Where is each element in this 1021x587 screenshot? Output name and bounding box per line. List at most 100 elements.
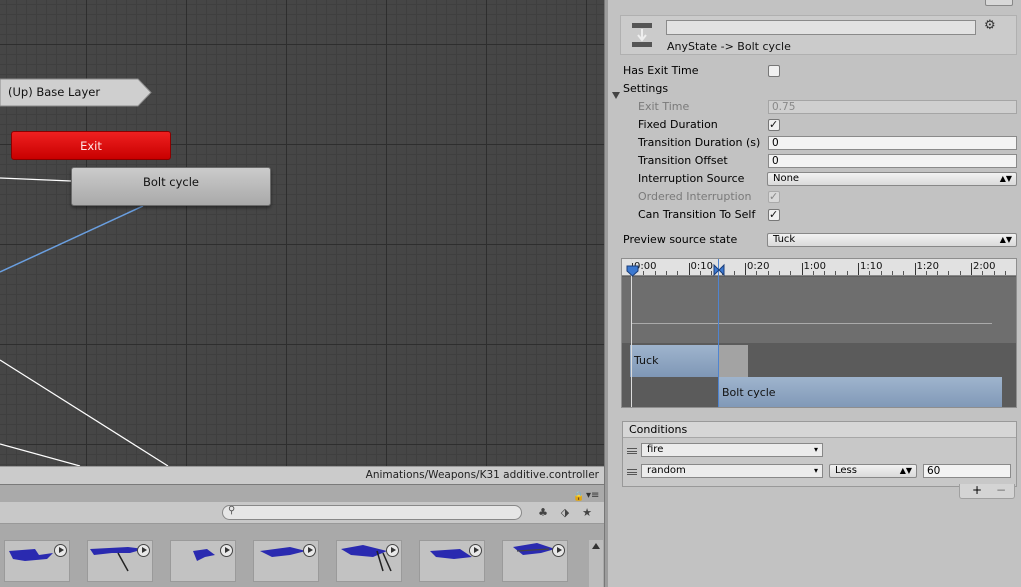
ruler-minor-tick	[1004, 271, 1006, 275]
ruler-minor-tick	[959, 271, 961, 275]
transition-line[interactable]	[0, 177, 72, 182]
selected-transition-line[interactable]	[0, 205, 144, 273]
exit-state-label: Exit	[80, 138, 102, 153]
ruler-tick-label: 1:20	[916, 261, 939, 272]
project-toolbar: ⚲ ♣ ⬗ ★	[0, 502, 604, 524]
condition-value-field[interactable]: 60	[923, 464, 1011, 478]
scroll-up-arrow-icon[interactable]	[592, 543, 600, 549]
add-condition-button[interactable]: +	[972, 483, 982, 497]
ruler-minor-tick	[654, 271, 656, 275]
conditions-add-remove: + −	[959, 483, 1015, 499]
interruption-source-dropdown[interactable]: None ▲▼	[767, 172, 1017, 186]
transition-end-marker-icon[interactable]	[712, 263, 726, 277]
preview-source-row: Preview source state Tuck ▲▼	[623, 232, 1018, 248]
ordered-interruption-row: Ordered Interruption	[638, 189, 1018, 205]
ordered-interruption-checkbox	[768, 189, 780, 205]
asset-thumbnail[interactable]	[4, 540, 70, 582]
exit-time-label: Exit Time	[638, 100, 690, 113]
transition-offset-label: Transition Offset	[638, 154, 728, 167]
ruler-minor-tick	[643, 271, 645, 275]
asset-thumbnail[interactable]	[87, 540, 153, 582]
transition-duration-field[interactable]: 0	[768, 136, 1017, 150]
ruler-minor-tick	[948, 271, 950, 275]
transition-offset-field[interactable]: 0	[768, 154, 1017, 168]
dropdown-arrow-icon: ▾	[813, 445, 818, 454]
can-transition-to-self-checkbox[interactable]	[768, 207, 780, 223]
dropdown-arrow-icon: ▲▼	[999, 235, 1012, 244]
drag-handle-icon[interactable]	[627, 469, 637, 475]
condition-mode-dropdown[interactable]: Less ▲▼	[829, 464, 917, 478]
play-icon[interactable]	[54, 544, 67, 557]
ruler-tick-label: 2:00	[973, 261, 996, 272]
play-icon[interactable]	[220, 544, 233, 557]
has-exit-time-label: Has Exit Time	[623, 64, 699, 77]
fixed-duration-checkbox[interactable]	[768, 117, 780, 133]
lock-icon[interactable]: 🔒	[573, 492, 584, 502]
settings-label: Settings	[623, 82, 669, 95]
play-icon[interactable]	[469, 544, 482, 557]
timeline-curve-area	[622, 277, 1016, 343]
ruler-tick-label: 0:20	[747, 261, 770, 272]
ruler-major-tick	[971, 263, 972, 275]
animator-graph-canvas[interactable]: (Up) Base Layer Exit Bolt cycle	[0, 0, 604, 466]
has-exit-time-checkbox[interactable]	[768, 65, 780, 77]
favorite-star-icon[interactable]: ★	[577, 504, 597, 522]
project-scrollbar[interactable]	[589, 540, 603, 587]
filter-by-label-icon[interactable]: ⬗	[555, 504, 575, 522]
ruler-minor-tick	[756, 271, 758, 275]
transition-offset-row: Transition Offset 0	[638, 153, 1018, 169]
ruler-minor-tick	[665, 271, 667, 275]
has-exit-time-row: Has Exit Time	[623, 63, 1018, 79]
search-input[interactable]: ⚲	[222, 505, 522, 520]
exit-state-node[interactable]: Exit	[11, 131, 171, 160]
asset-thumbnail[interactable]	[336, 540, 402, 582]
can-transition-to-self-label: Can Transition To Self	[638, 208, 756, 221]
transition-name-field[interactable]	[666, 20, 976, 35]
gear-icon[interactable]: ⚙	[984, 18, 996, 33]
ruler-major-tick	[914, 263, 916, 275]
ruler-minor-tick	[925, 271, 927, 275]
transition-timeline[interactable]: 0:00 0:10 0:20 1:00 1:10 1:20 2:00 Tuck Bolt c…	[621, 258, 1017, 408]
ruler-minor-tick	[869, 271, 871, 275]
search-icon: ⚲	[228, 505, 236, 516]
remove-condition-button[interactable]: −	[996, 483, 1006, 497]
conditions-list: Conditions fire ▾ random ▾ Less ▲▼ 60	[622, 421, 1017, 487]
asset-thumbnail[interactable]	[170, 540, 236, 582]
source-clip-bar[interactable]: Tuck	[630, 345, 718, 377]
preview-source-dropdown[interactable]: Tuck ▲▼	[767, 233, 1017, 247]
menu-icon[interactable]: ▾≡	[586, 490, 599, 501]
timeline-ruler[interactable]: 0:00 0:10 0:20 1:00 1:10 1:20 2:00	[622, 259, 1016, 276]
collapse-button[interactable]	[985, 0, 1013, 6]
drag-handle-icon[interactable]	[627, 448, 637, 454]
ruler-minor-tick	[733, 271, 735, 275]
filter-by-type-icon[interactable]: ♣	[533, 504, 553, 522]
destination-clip-bar[interactable]: Bolt cycle	[718, 377, 1002, 407]
condition-parameter-dropdown[interactable]: fire ▾	[641, 443, 823, 457]
asset-thumbnail[interactable]	[419, 540, 485, 582]
state-label: Bolt cycle	[142, 175, 199, 189]
asset-thumbnail[interactable]	[502, 540, 568, 582]
can-transition-to-self-row: Can Transition To Self	[638, 207, 1018, 223]
conditions-title: Conditions	[629, 423, 688, 436]
play-icon[interactable]	[137, 544, 150, 557]
condition-parameter-dropdown[interactable]: random ▾	[641, 464, 823, 478]
play-icon[interactable]	[552, 544, 565, 557]
exit-time-field[interactable]: 0.75	[768, 100, 1017, 114]
bolt-cycle-state-node[interactable]: Bolt cycle	[71, 167, 271, 206]
ruler-major-tick	[801, 263, 803, 275]
play-icon[interactable]	[303, 544, 316, 557]
ruler-minor-tick	[824, 271, 826, 275]
controller-path: Animations/Weapons/K31 additive.controll…	[365, 469, 599, 481]
play-icon[interactable]	[386, 544, 399, 557]
base-layer-node[interactable]: (Up) Base Layer	[0, 78, 152, 107]
transition-end-line	[718, 259, 719, 407]
transition-line[interactable]	[0, 359, 169, 466]
ruler-minor-tick	[778, 271, 780, 275]
unity-editor-window: (Up) Base Layer Exit Bolt cycle Animatio…	[0, 0, 1021, 587]
ruler-tick-label: 0:10	[690, 261, 713, 272]
settings-foldout-arrow-icon[interactable]	[612, 92, 620, 99]
transition-line[interactable]	[0, 443, 81, 466]
ruler-minor-tick	[812, 271, 814, 275]
transition-start-marker-icon[interactable]	[626, 265, 639, 277]
asset-thumbnail[interactable]	[253, 540, 319, 582]
